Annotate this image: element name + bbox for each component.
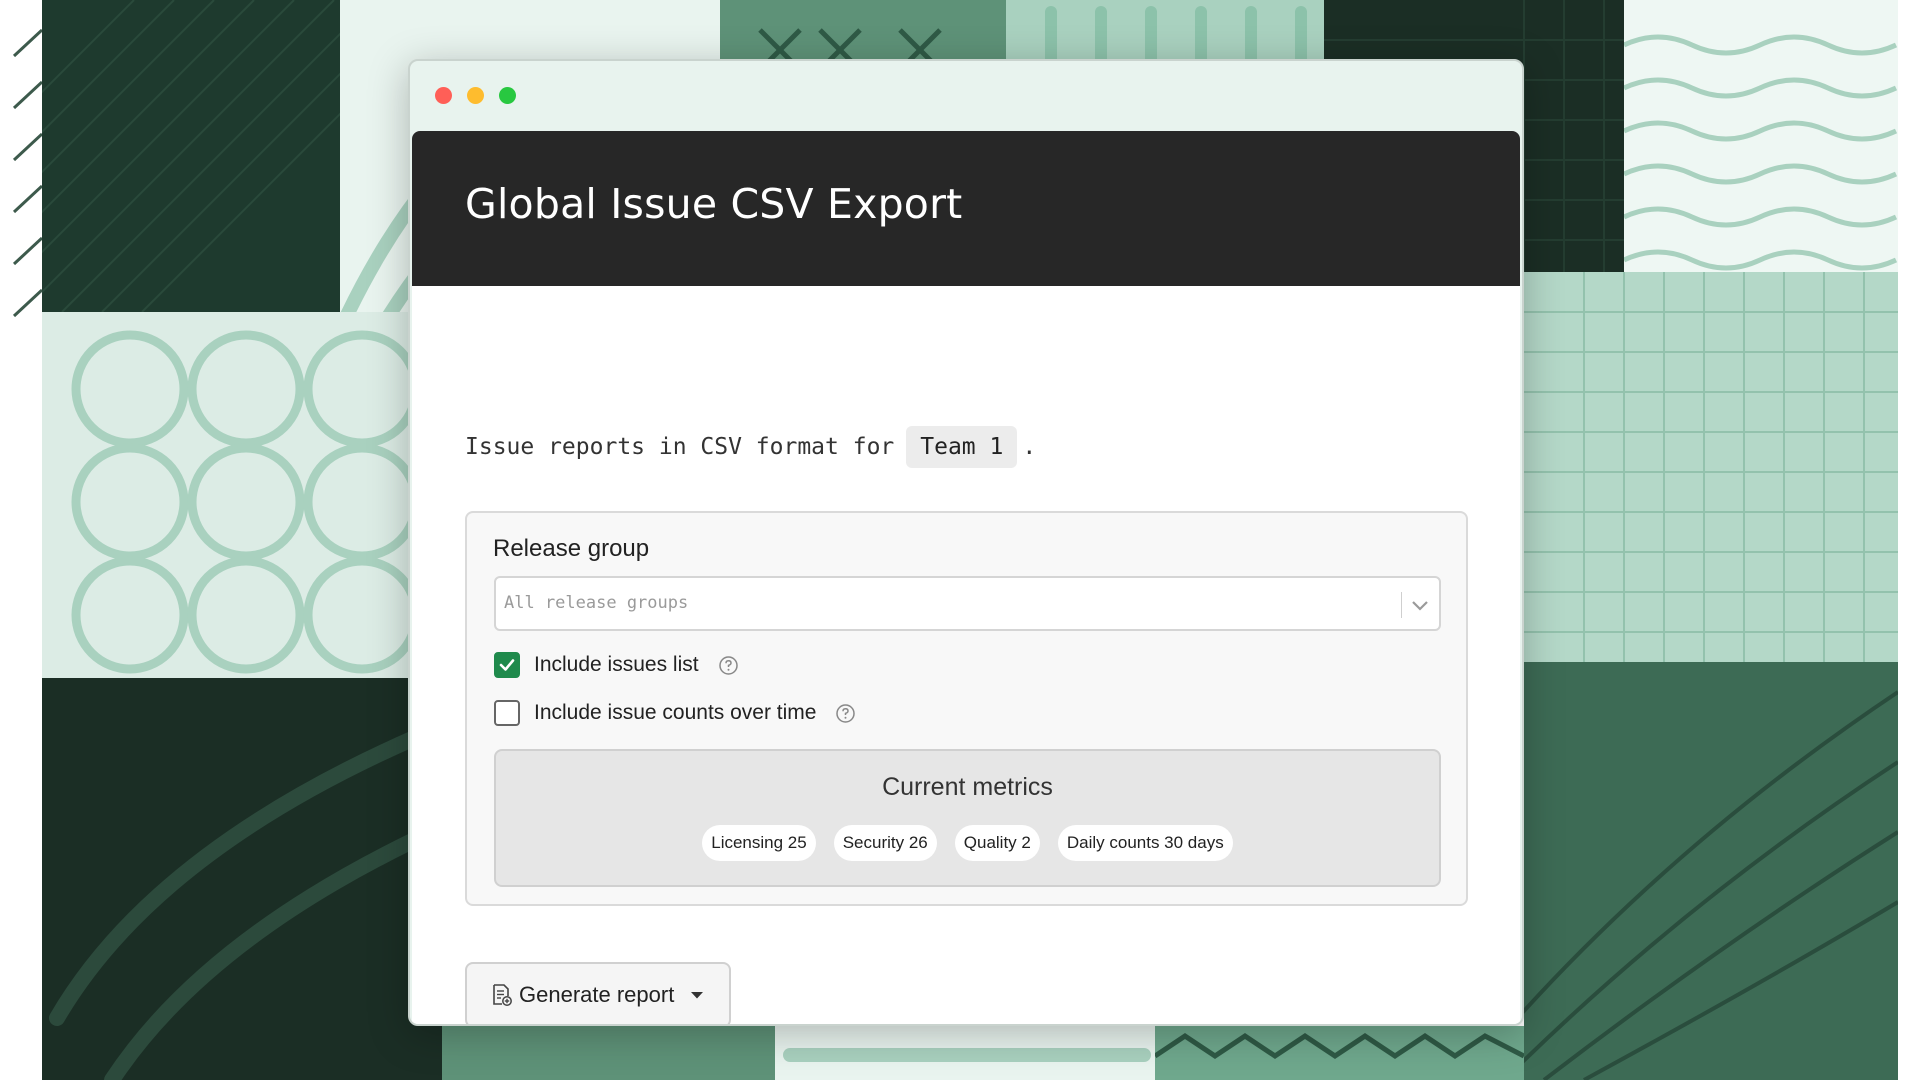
- help-icon[interactable]: [835, 703, 856, 724]
- minimize-window-button[interactable]: [467, 87, 484, 104]
- release-group-label: Release group: [493, 535, 650, 562]
- bg-tile-waves: [1624, 0, 1898, 272]
- window-content: Global Issue CSV Export Issue reports in…: [412, 131, 1520, 1024]
- bg-tile-bottom-zigzag: [1155, 1026, 1524, 1080]
- include-issues-list-option[interactable]: Include issues list: [494, 652, 739, 678]
- checkmark-icon: [499, 659, 515, 671]
- include-issues-list-checkbox[interactable]: [494, 652, 520, 678]
- bg-tile-x-marks: [720, 0, 1006, 60]
- options-panel: Release group All release groups Include…: [465, 511, 1468, 906]
- generate-report-button[interactable]: Generate report: [465, 962, 731, 1024]
- maximize-window-button[interactable]: [499, 87, 516, 104]
- include-issue-counts-label[interactable]: Include issue counts over time: [534, 701, 816, 725]
- current-metrics-title: Current metrics: [882, 773, 1053, 801]
- bg-tile-right-edge: [1898, 0, 1920, 1080]
- close-window-button[interactable]: [435, 87, 452, 104]
- bg-tile-bottom-b: [775, 1026, 1155, 1080]
- help-icon[interactable]: [718, 655, 739, 676]
- metric-chip-daily-counts: Daily counts 30 days: [1057, 825, 1233, 861]
- bg-tile-vertical-bars: [1006, 0, 1324, 60]
- description-prefix: Issue reports in CSV format for: [465, 434, 895, 460]
- generate-report-label: Generate report: [519, 982, 675, 1007]
- release-group-select[interactable]: All release groups: [494, 576, 1441, 631]
- page-title: Global Issue CSV Export: [465, 179, 963, 228]
- app-window: Global Issue CSV Export Issue reports in…: [408, 59, 1524, 1026]
- page-header: Global Issue CSV Export: [412, 131, 1520, 286]
- bg-tile-dark-hatch: [42, 0, 340, 312]
- bg-tile-circles: [42, 312, 408, 678]
- metric-chip-quality: Quality 2: [954, 825, 1040, 861]
- description-suffix: .: [1022, 434, 1037, 460]
- metric-chip-licensing: Licensing 25: [702, 825, 816, 861]
- window-titlebar: [410, 61, 1522, 129]
- metric-chip-security: Security 26: [833, 825, 937, 861]
- metrics-chips: Licensing 25 Security 26 Quality 2 Daily…: [496, 825, 1439, 861]
- report-description: Issue reports in CSV format for Team 1 .: [465, 426, 1036, 468]
- bg-tile-green-curves: [1524, 662, 1898, 1080]
- include-issue-counts-option[interactable]: Include issue counts over time: [494, 700, 856, 726]
- current-metrics-box: Current metrics Licensing 25 Security 26…: [494, 749, 1441, 887]
- select-separator: [1401, 592, 1402, 618]
- bg-tile-dark-swoosh: [42, 678, 442, 1080]
- release-group-placeholder: All release groups: [504, 593, 689, 613]
- caret-down-icon[interactable]: [690, 990, 704, 1000]
- chevron-down-icon[interactable]: [1409, 594, 1431, 616]
- report-file-icon: [493, 984, 512, 1006]
- bg-tile-light-grid: [1524, 272, 1898, 662]
- bg-tile-diagonal-strip: [0, 0, 42, 340]
- include-issues-list-label[interactable]: Include issues list: [534, 653, 699, 677]
- bg-tile-bottom-a: [442, 1026, 775, 1080]
- include-issue-counts-checkbox[interactable]: [494, 700, 520, 726]
- team-badge: Team 1: [906, 426, 1018, 468]
